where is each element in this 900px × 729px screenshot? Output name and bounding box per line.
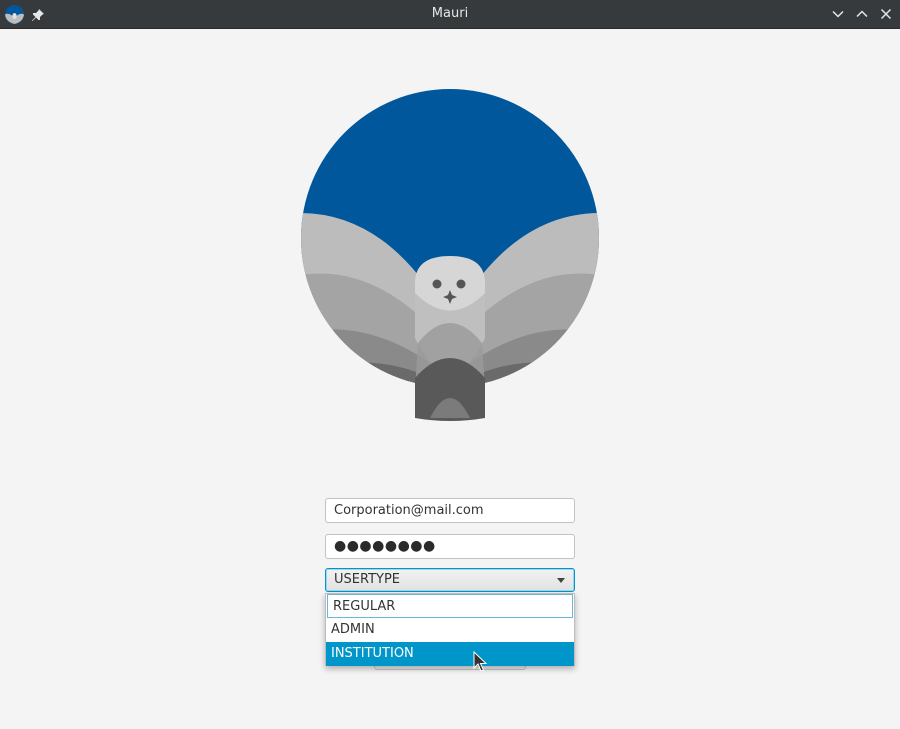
mouse-cursor-icon [473, 650, 488, 673]
usertype-combobox[interactable]: USERTYPE [325, 568, 575, 592]
password-field[interactable]: ●●●●●●●● [325, 534, 575, 559]
maximize-icon[interactable] [854, 6, 870, 22]
login-button[interactable] [374, 666, 526, 670]
window-titlebar: Mauri [0, 0, 900, 29]
email-field[interactable]: Corporation@mail.com [325, 498, 575, 523]
chevron-down-icon[interactable] [557, 578, 565, 583]
close-icon[interactable] [878, 6, 894, 22]
option-institution[interactable]: INSTITUTION [326, 642, 574, 666]
window-title: Mauri [431, 6, 469, 21]
usertype-prompt: USERTYPE [334, 572, 401, 587]
minimize-icon[interactable] [830, 6, 846, 22]
option-regular[interactable]: REGULAR [327, 594, 573, 618]
password-value: ●●●●●●●● [334, 538, 436, 554]
option-admin[interactable]: ADMIN [326, 618, 574, 642]
owl-logo-icon [300, 88, 600, 422]
email-value: Corporation@mail.com [334, 503, 484, 518]
usertype-dropdown-list: REGULAR ADMIN INSTITUTION [325, 593, 575, 666]
